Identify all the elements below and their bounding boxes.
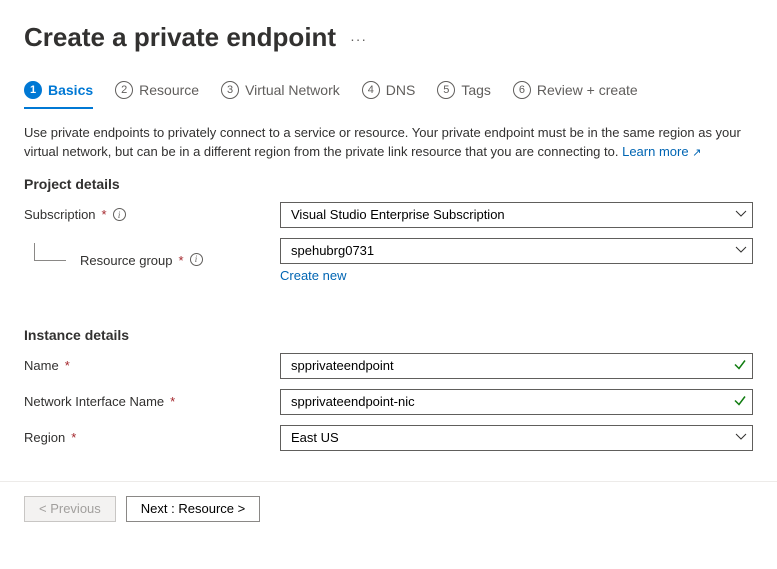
tab-step-badge: 4 bbox=[362, 81, 380, 99]
tab-tags[interactable]: 5 Tags bbox=[437, 77, 491, 109]
name-input[interactable] bbox=[280, 353, 753, 379]
previous-button: < Previous bbox=[24, 496, 116, 522]
learn-more-link[interactable]: Learn more ↗ bbox=[622, 144, 701, 159]
tab-dns[interactable]: 4 DNS bbox=[362, 77, 416, 109]
intro-paragraph: Use private endpoints to privately conne… bbox=[24, 124, 753, 162]
more-actions-icon[interactable]: ··· bbox=[350, 31, 367, 47]
tab-label: Basics bbox=[48, 82, 93, 98]
wizard-tabs: 1 Basics 2 Resource 3 Virtual Network 4 … bbox=[24, 77, 753, 110]
region-select[interactable] bbox=[280, 425, 753, 451]
info-icon[interactable]: i bbox=[113, 208, 126, 221]
create-new-link[interactable]: Create new bbox=[280, 268, 346, 283]
tab-label: Resource bbox=[139, 82, 199, 98]
required-indicator: * bbox=[170, 394, 175, 409]
subscription-select[interactable] bbox=[280, 202, 753, 228]
page-title: Create a private endpoint bbox=[24, 22, 336, 53]
required-indicator: * bbox=[179, 253, 184, 268]
tab-label: Virtual Network bbox=[245, 82, 340, 98]
next-button[interactable]: Next : Resource > bbox=[126, 496, 260, 522]
tab-label: Tags bbox=[461, 82, 491, 98]
resource-group-select[interactable] bbox=[280, 238, 753, 264]
resource-group-label: Resource group bbox=[80, 253, 173, 268]
subscription-label: Subscription bbox=[24, 207, 96, 222]
tab-review-create[interactable]: 6 Review + create bbox=[513, 77, 638, 109]
tab-virtual-network[interactable]: 3 Virtual Network bbox=[221, 77, 340, 109]
project-details-heading: Project details bbox=[24, 176, 753, 192]
tab-basics[interactable]: 1 Basics bbox=[24, 77, 93, 109]
instance-details-heading: Instance details bbox=[24, 327, 753, 343]
tab-label: Review + create bbox=[537, 82, 638, 98]
tab-resource[interactable]: 2 Resource bbox=[115, 77, 199, 109]
nic-name-label: Network Interface Name bbox=[24, 394, 164, 409]
name-label: Name bbox=[24, 358, 59, 373]
info-icon[interactable]: i bbox=[190, 253, 203, 266]
region-label: Region bbox=[24, 430, 65, 445]
tab-step-badge: 3 bbox=[221, 81, 239, 99]
required-indicator: * bbox=[65, 358, 70, 373]
tab-step-badge: 2 bbox=[115, 81, 133, 99]
nic-name-input[interactable] bbox=[280, 389, 753, 415]
tree-connector-icon bbox=[34, 243, 66, 261]
required-indicator: * bbox=[71, 430, 76, 445]
tab-step-badge: 6 bbox=[513, 81, 531, 99]
tab-step-badge: 5 bbox=[437, 81, 455, 99]
external-link-icon: ↗ bbox=[692, 147, 701, 159]
tab-label: DNS bbox=[386, 82, 416, 98]
tab-step-badge: 1 bbox=[24, 81, 42, 99]
required-indicator: * bbox=[102, 207, 107, 222]
